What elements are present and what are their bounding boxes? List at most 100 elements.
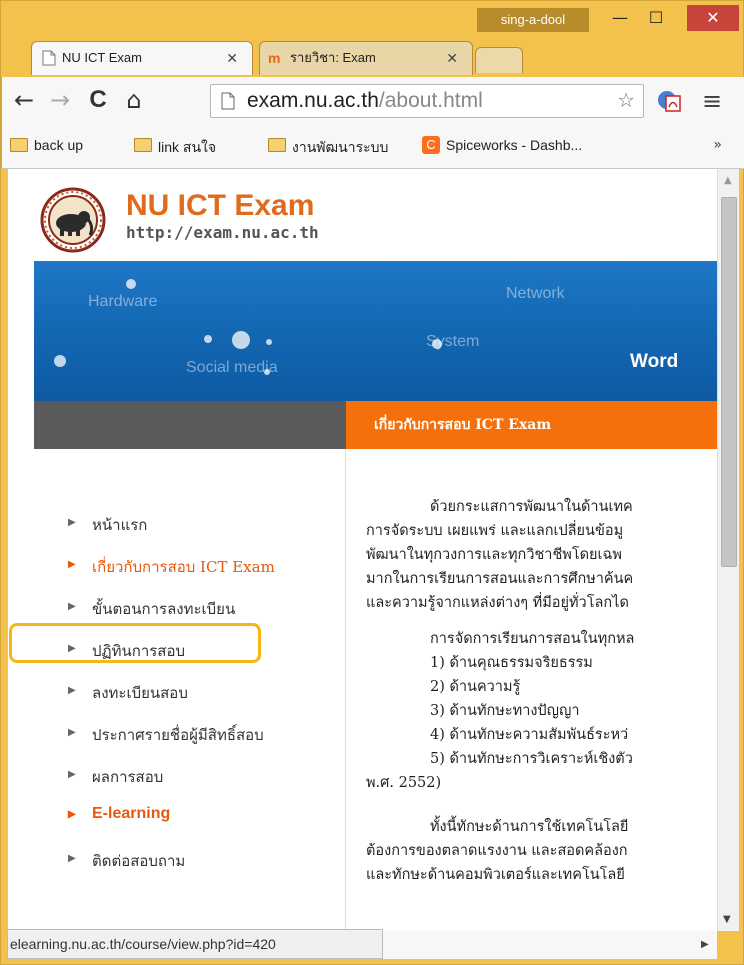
list-line: 2) ด้านความรู้ <box>430 679 521 695</box>
list-line: 4) ด้านทักษะความสัมพันธ์ระหว่ <box>430 727 629 743</box>
banner-word-system: System <box>426 333 480 350</box>
nav-item-label: ขั้นตอนการลงทะเบียน <box>92 600 236 618</box>
bullet-arrow-icon: ▶ <box>68 853 76 864</box>
tab-strip: NU ICT Exam ✕ m รายวิชา: Exam ✕ <box>1 37 744 77</box>
reload-button[interactable]: C <box>84 85 112 115</box>
scroll-down-icon[interactable]: ▼ <box>723 914 731 925</box>
elearning-highlight-box <box>9 623 261 663</box>
maximize-button[interactable]: ☐ <box>641 5 671 31</box>
banner-word-social-media: Social media <box>186 359 278 376</box>
nav-item-label: ประกาศรายชื่อผู้มีสิทธิ์สอบ <box>92 726 264 744</box>
bullet-arrow-icon: ▶ <box>68 517 76 528</box>
tab-nu-ict-exam[interactable]: NU ICT Exam ✕ <box>31 41 253 75</box>
forward-button[interactable]: → <box>46 85 74 115</box>
horizontal-scrollbar[interactable] <box>383 931 717 959</box>
back-button[interactable]: ← <box>10 85 38 115</box>
list-line: 3) ด้านทักษะทางปัญญา <box>430 703 580 719</box>
home-button[interactable]: ⌂ <box>120 85 148 115</box>
list-line: 1) ด้านคุณธรรมจริยธรรม <box>430 655 593 671</box>
page-icon <box>42 50 56 66</box>
decor-bubble <box>266 339 272 345</box>
paragraph-line: ด้วยกระแสการพัฒนาในด้านเทค <box>430 499 633 515</box>
folder-icon <box>134 138 152 152</box>
nav-item-label: หน้าแรก <box>92 516 148 534</box>
paragraph-line: การจัดระบบ เผยแพร่ และแลกเปลี่ยนข้อมู <box>366 523 624 539</box>
bookmark-link-interest[interactable]: link สนใจ <box>134 137 216 159</box>
article-content: ด้วยกระแสการพัฒนาในด้านเทค การจัดระบบ เผ… <box>346 449 717 931</box>
bullet-arrow-icon: ▶ <box>68 601 76 612</box>
sidebar-nav: ▶ หน้าแรก ▶ เกี่ยวกับการสอบ ICT Exam ▶ ข… <box>34 449 346 931</box>
decor-bubble <box>126 279 136 289</box>
decor-bubble <box>54 355 66 367</box>
profile-chip[interactable]: sing-a-dool <box>477 8 589 32</box>
section-title: เกี่ยวกับการสอบ ICT Exam <box>346 401 717 449</box>
paragraph-line: การจัดการเรียนการสอนในทุกหล <box>430 631 635 647</box>
banner-word-hardware: Hardware <box>88 293 158 310</box>
new-tab-button[interactable] <box>475 47 523 73</box>
decor-bubble <box>204 335 212 343</box>
site-title: NU ICT Exam <box>126 189 315 222</box>
bookmarks-bar: back up link สนใจ งานพัฒนาระบบ C Spicewo… <box>1 125 744 169</box>
bullet-arrow-icon: ▶ <box>68 685 76 696</box>
bookmark-label: งานพัฒนาระบบ <box>292 139 389 155</box>
more-bookmarks-icon[interactable]: » <box>713 137 722 153</box>
paragraph-line: ทั้งนี้ทักษะด้านการใช้เทคโนโลยี <box>430 819 629 835</box>
bookmark-system-dev[interactable]: งานพัฒนาระบบ <box>268 137 388 159</box>
bookmark-label: back up <box>34 137 84 153</box>
scroll-up-icon[interactable]: ▲ <box>724 175 732 186</box>
spiceworks-icon: C <box>422 136 440 154</box>
site-url: http://exam.nu.ac.th <box>126 223 319 242</box>
bullet-arrow-icon: ▶ <box>68 559 76 570</box>
site-header: NU ICT Exam http://exam.nu.ac.th <box>34 169 717 261</box>
close-tab-icon[interactable]: ✕ <box>446 42 458 74</box>
bullet-arrow-icon: ▶ <box>68 809 76 820</box>
url-host: exam.nu.ac.th <box>247 89 379 112</box>
nav-item-label: เกี่ยวกับการสอบ ICT Exam <box>92 558 275 576</box>
nav-item-label: E-learning <box>92 805 171 822</box>
tab-label: รายวิชา: Exam <box>290 50 376 65</box>
bookmark-label: link สนใจ <box>158 139 217 155</box>
bullet-arrow-icon: ▶ <box>68 727 76 738</box>
close-tab-icon[interactable]: ✕ <box>226 42 238 74</box>
url-path: /about.html <box>378 89 483 112</box>
paragraph-line: มากในการเรียนการสอนและการศึกษาค้นค <box>366 571 634 587</box>
bookmark-label: Spiceworks - Dashb... <box>446 137 583 153</box>
browser-window: sing-a-dool — ☐ ✕ NU ICT Exam ✕ m รายวิช… <box>0 0 744 965</box>
paragraph-line: พัฒนาในทุกวงการและทุกวิชาชีพโดยเฉพ <box>366 547 622 563</box>
web-page: NU ICT Exam http://exam.nu.ac.th Hardwar… <box>34 169 717 931</box>
address-bar[interactable]: exam.nu.ac.th/about.html ☆ <box>210 84 644 118</box>
folder-icon <box>268 138 286 152</box>
bookmark-star-icon[interactable]: ☆ <box>617 88 635 112</box>
url-text: exam.nu.ac.th/about.html <box>247 89 483 113</box>
bookmark-back-up[interactable]: back up <box>10 137 83 153</box>
banner-word-word: Word <box>630 351 679 372</box>
browser-toolbar: ← → C ⌂ exam.nu.ac.th/about.html ☆ ≡ <box>1 77 744 125</box>
tab-exam-course[interactable]: m รายวิชา: Exam ✕ <box>259 41 473 75</box>
title-bar: sing-a-dool — ☐ ✕ <box>1 1 744 41</box>
close-window-button[interactable]: ✕ <box>687 5 739 31</box>
menu-icon[interactable]: ≡ <box>702 87 722 115</box>
nav-item-label: ลงทะเบียนสอบ <box>92 684 188 702</box>
hero-banner: Hardware Network System Social media Wor… <box>34 261 717 401</box>
bookmark-spiceworks[interactable]: C Spiceworks - Dashb... <box>422 136 583 154</box>
moodle-icon: m <box>268 50 281 66</box>
pdf-extension-icon[interactable] <box>656 89 682 113</box>
scroll-thumb[interactable] <box>721 197 737 567</box>
tab-label: NU ICT Exam <box>62 50 142 65</box>
sidebar-header-bar <box>34 401 346 449</box>
minimize-button[interactable]: — <box>605 5 635 31</box>
page-icon <box>221 92 235 110</box>
list-line: 5) ด้านทักษะการวิเคราะห์เชิงตัว <box>430 751 633 767</box>
paragraph-line: และความรู้จากแหล่งต่างๆ ที่มีอยู่ทั่วโลก… <box>366 595 629 611</box>
nav-item-label: ผลการสอบ <box>92 768 164 786</box>
banner-word-network: Network <box>506 285 565 302</box>
status-bar-url: elearning.nu.ac.th/course/view.php?id=42… <box>7 929 383 959</box>
paragraph-line: พ.ศ. 2552) <box>366 775 442 791</box>
decor-bubble <box>232 331 250 349</box>
nav-item-label: ติดต่อสอบถาม <box>92 852 186 870</box>
folder-icon <box>10 138 28 152</box>
vertical-scrollbar[interactable]: ▲ ▼ <box>717 169 739 931</box>
page-viewport: NU ICT Exam http://exam.nu.ac.th Hardwar… <box>7 169 717 931</box>
university-seal-logo[interactable] <box>40 187 106 253</box>
scroll-right-icon[interactable]: ▶ <box>701 939 709 950</box>
